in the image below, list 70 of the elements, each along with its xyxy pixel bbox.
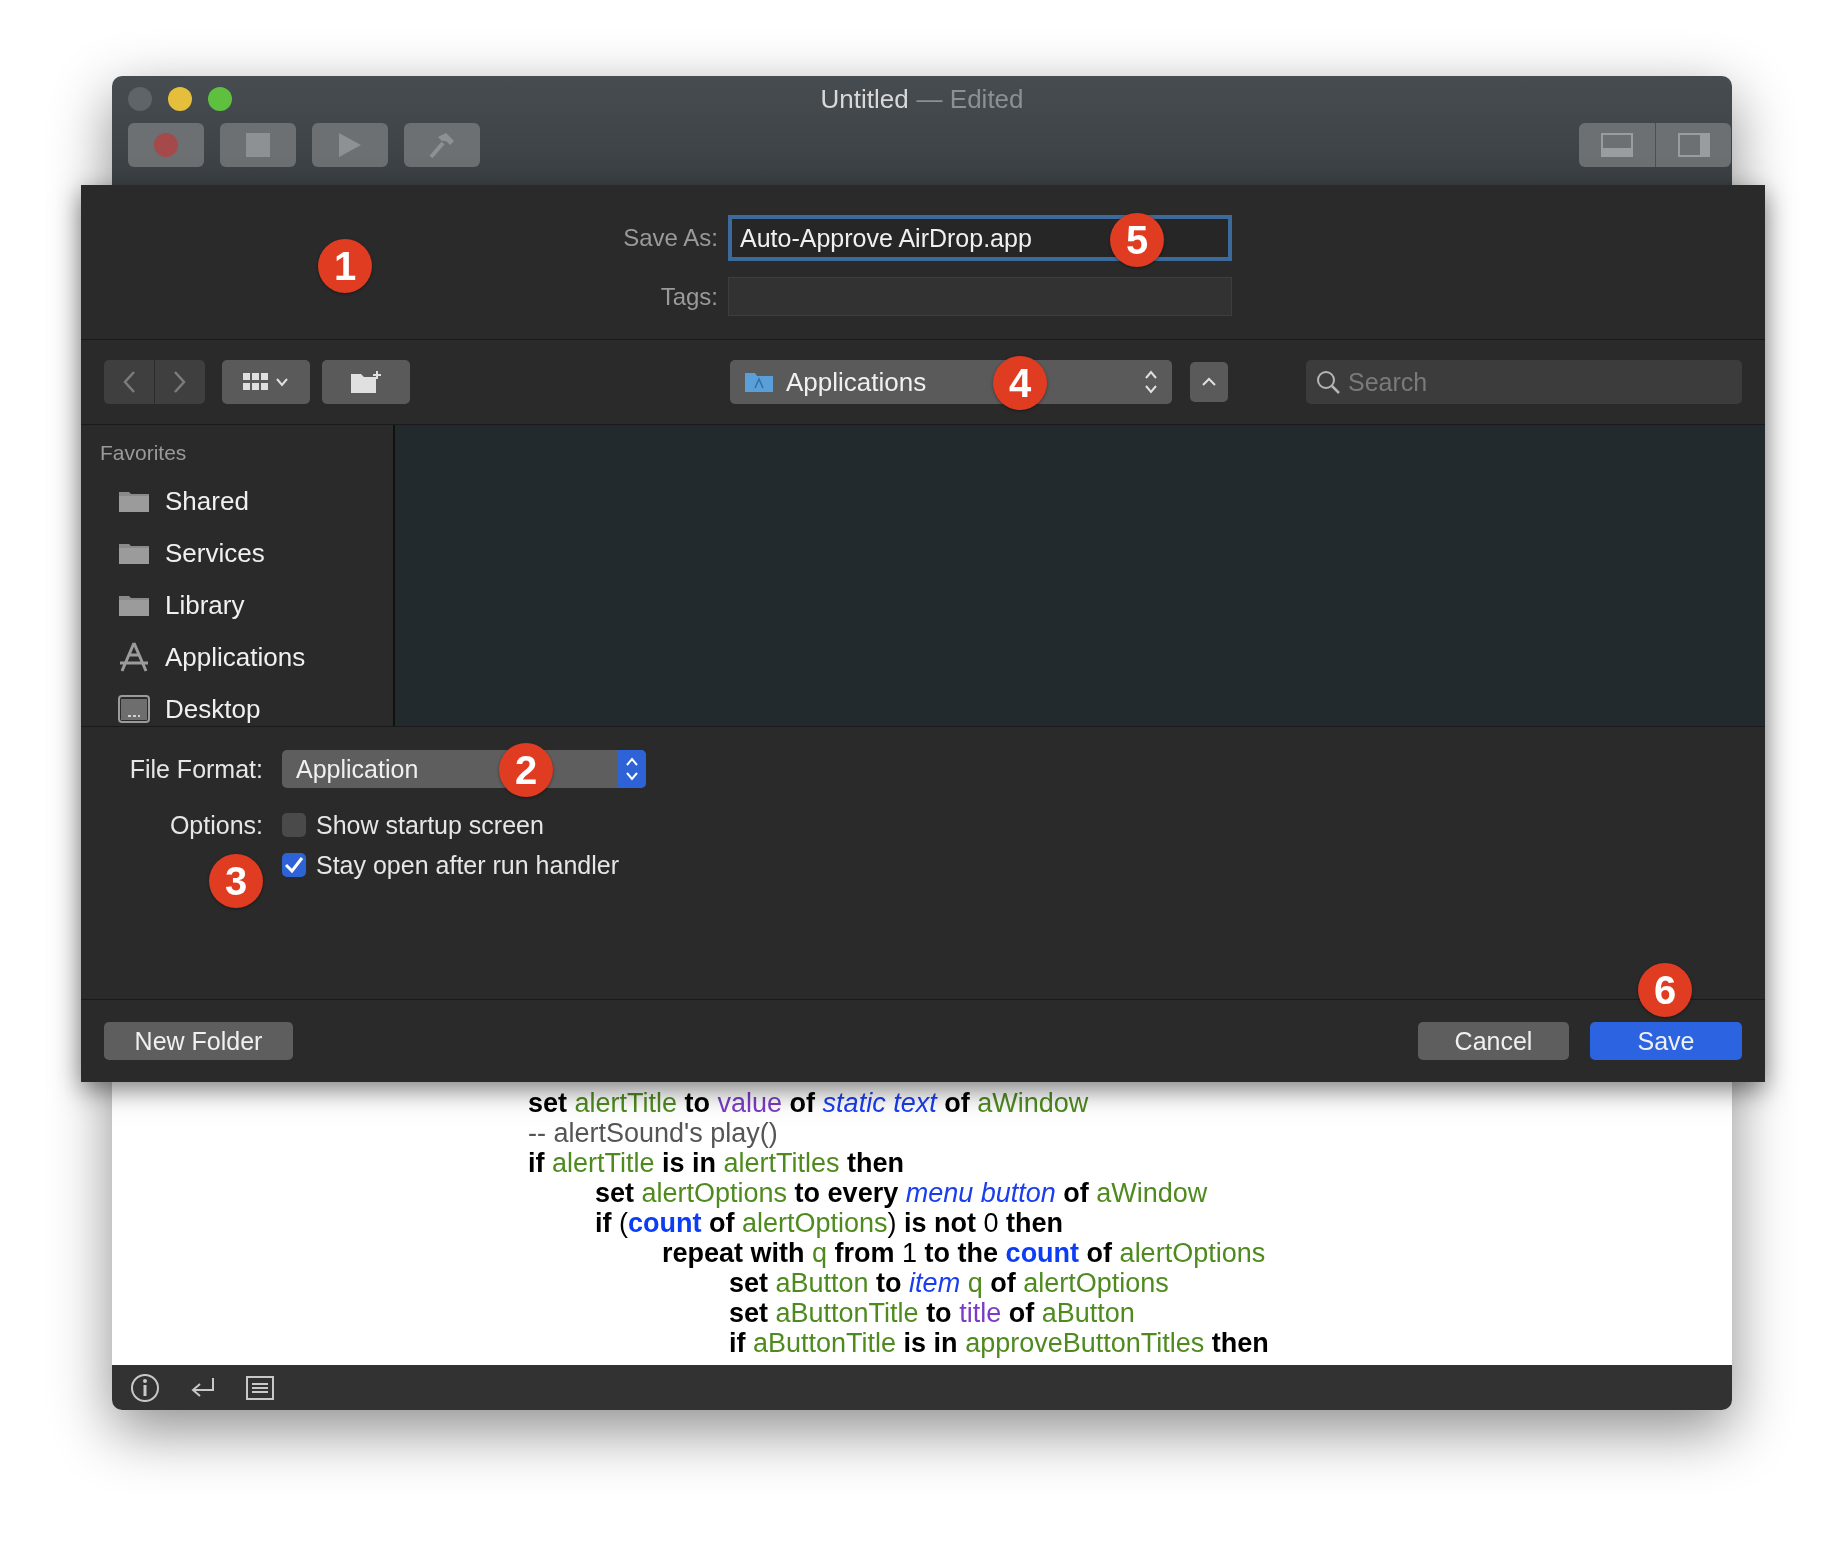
return-arrow-icon — [190, 1376, 216, 1399]
hammer-icon — [428, 131, 456, 159]
file-list[interactable] — [395, 425, 1765, 726]
code-line: if alertTitle is in alertTitles then — [528, 1148, 906, 1178]
number-badge: 6 — [1638, 963, 1692, 1017]
code-line: repeat with q from 1 to the count of alertOptions — [662, 1238, 1267, 1268]
save-button[interactable]: Save — [1590, 1022, 1742, 1060]
collapse-button[interactable] — [1190, 362, 1228, 402]
info-icon — [130, 1372, 160, 1403]
sidebar-item[interactable]: Shared — [100, 475, 393, 527]
up-down-chevron-icon — [625, 756, 639, 782]
options-label: Options: — [168, 810, 263, 841]
tags-label: Tags: — [659, 282, 718, 311]
close-button[interactable] — [128, 87, 152, 111]
window-subtitle: — Edited — [916, 84, 1024, 114]
file-format-label: File Format: — [128, 754, 263, 785]
window-title: Untitled — [820, 84, 909, 114]
checkbox[interactable] — [282, 853, 306, 877]
checkbox-option[interactable]: Show startup screen — [282, 808, 646, 842]
play-icon — [338, 132, 362, 158]
chevron-down-icon — [275, 377, 289, 387]
search-field[interactable]: Search — [1306, 360, 1742, 404]
stop-icon — [245, 132, 271, 158]
stop-button[interactable] — [220, 123, 296, 167]
checkbox[interactable] — [282, 813, 306, 837]
folder-icon — [118, 541, 150, 565]
code-line: -- alertSound's play() — [528, 1118, 779, 1148]
view-options-button[interactable] — [222, 360, 310, 404]
minimize-button[interactable] — [168, 87, 192, 111]
up-down-chevron-icon — [1144, 369, 1158, 395]
new-folder-button[interactable]: New Folder — [104, 1022, 293, 1060]
chevron-right-icon — [173, 370, 187, 394]
folder-plus-icon — [350, 370, 382, 394]
grid-icon — [243, 373, 269, 391]
sidebar-item[interactable]: Applications — [100, 631, 393, 683]
record-button[interactable] — [128, 123, 204, 167]
bottom-pane-icon — [1601, 133, 1633, 157]
view-switcher[interactable] — [1579, 123, 1731, 167]
number-badge: 2 — [499, 743, 553, 797]
checkmark-icon — [284, 856, 304, 874]
folder-icon — [118, 489, 150, 513]
side-pane-icon — [1677, 133, 1710, 157]
save-as-label: Save As: — [622, 224, 718, 252]
sidebar-item[interactable]: Library — [100, 579, 393, 631]
zoom-button[interactable] — [208, 87, 232, 111]
chevron-left-icon — [122, 370, 136, 394]
code-line: if (count of alertOptions) is not 0 then — [595, 1208, 1065, 1238]
code-line: set alertOptions to every menu button of aWindow — [595, 1178, 1209, 1208]
folder-icon — [118, 593, 150, 617]
chevron-up-icon — [1201, 377, 1217, 387]
number-badge: 1 — [318, 239, 372, 293]
desktop-icon — [118, 695, 150, 723]
code-line: if aButtonTitle is in approveButtonTitles then — [729, 1328, 1270, 1358]
record-icon — [153, 132, 179, 158]
number-badge: 4 — [993, 356, 1047, 410]
sidebar-heading: Favorites — [100, 441, 188, 466]
run-button[interactable] — [312, 123, 388, 167]
code-line: set aButtonTitle to title of aButton — [729, 1298, 1136, 1328]
compile-button[interactable] — [404, 123, 480, 167]
checkbox-option[interactable]: Stay open after run handler — [282, 848, 646, 882]
sidebar-item[interactable]: Services — [100, 527, 393, 579]
folder-icon — [744, 371, 774, 393]
code-line: set alertTitle to value of static text of aWindow — [528, 1088, 1090, 1118]
number-badge: 3 — [209, 854, 263, 908]
sidebar-item[interactable]: Desktop — [100, 683, 393, 735]
code-line: set aButton to item q of alertOptions — [729, 1268, 1170, 1298]
apps-icon — [118, 641, 150, 673]
new-folder-button[interactable] — [322, 360, 410, 404]
cancel-button[interactable]: Cancel — [1418, 1022, 1569, 1060]
list-icon — [246, 1375, 274, 1400]
